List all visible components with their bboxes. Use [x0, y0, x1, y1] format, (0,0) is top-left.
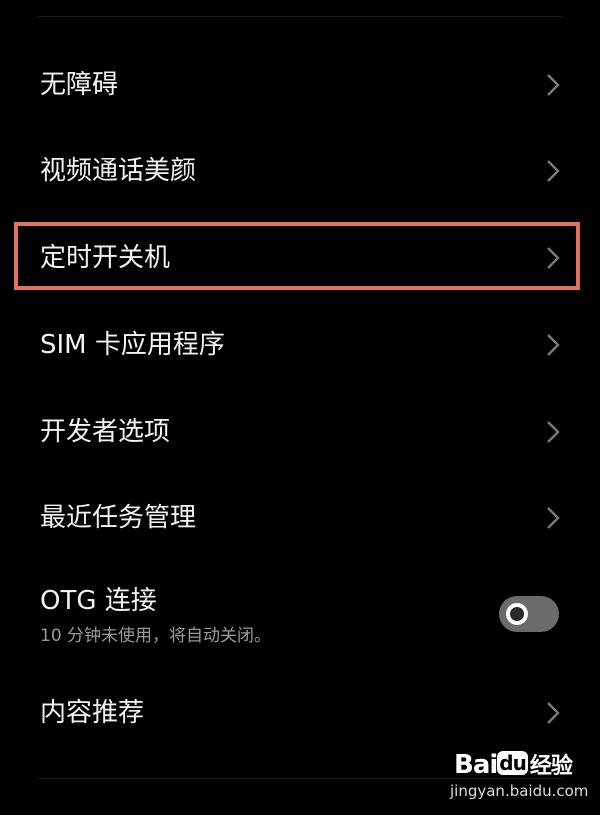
- chevron-right-icon: [544, 332, 562, 358]
- chevron-right-icon: [544, 419, 562, 445]
- settings-item-label: 视频通话美颜: [40, 156, 197, 186]
- settings-item-sim-apps[interactable]: SIM 卡应用程序: [0, 312, 600, 378]
- otg-description: 10 分钟未使用，将自动关闭。: [40, 626, 272, 646]
- top-divider: [38, 16, 562, 17]
- otg-toggle-switch[interactable]: [499, 596, 559, 632]
- watermark-logo-text: Bai: [454, 750, 498, 780]
- settings-item-label: 无障碍: [40, 70, 119, 100]
- settings-item-developer-options[interactable]: 开发者选项: [0, 399, 600, 465]
- settings-item-label: 最近任务管理: [40, 503, 197, 533]
- baidu-logo: Bai du 经验: [454, 748, 573, 780]
- chevron-right-icon: [544, 700, 562, 726]
- settings-item-label: 开发者选项: [40, 417, 171, 447]
- baidu-jingyan-watermark: Bai du 经验 jingyan.baidu.com: [450, 748, 588, 808]
- settings-item-label: 内容推荐: [40, 698, 145, 728]
- chevron-right-icon: [544, 505, 562, 531]
- chevron-right-icon: [544, 158, 562, 184]
- chevron-right-icon: [544, 72, 562, 98]
- watermark-logo-du: du: [497, 751, 528, 775]
- highlight-box: [14, 222, 580, 290]
- toggle-knob: [506, 603, 528, 625]
- settings-item-label: SIM 卡应用程序: [40, 330, 225, 360]
- watermark-brand-cn: 经验: [529, 754, 573, 779]
- settings-item-accessibility[interactable]: 无障碍: [0, 52, 600, 118]
- otg-label: OTG 连接: [40, 586, 157, 616]
- settings-item-content-recommendation[interactable]: 内容推荐: [0, 680, 600, 746]
- settings-item-video-call-beauty[interactable]: 视频通话美颜: [0, 138, 600, 204]
- settings-item-recent-tasks[interactable]: 最近任务管理: [0, 485, 600, 551]
- watermark-url: jingyan.baidu.com: [450, 782, 589, 800]
